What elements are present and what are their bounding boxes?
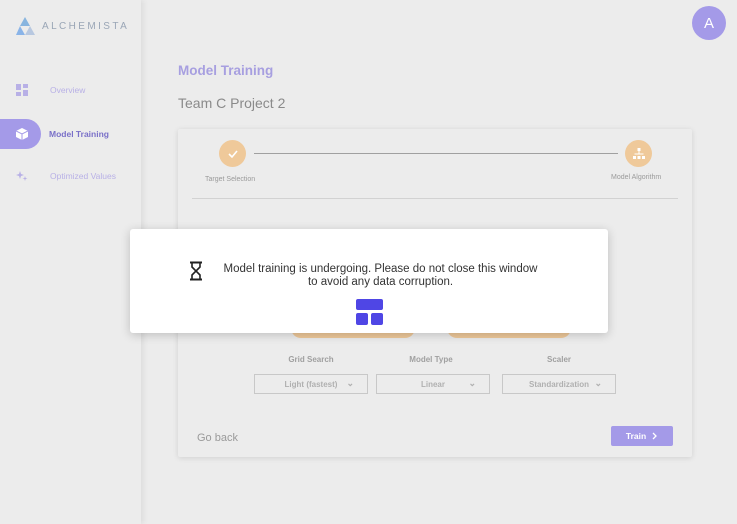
check-icon: [227, 149, 238, 158]
select-value: Standardization: [528, 379, 589, 389]
chevron-down-icon: ⌄: [594, 378, 602, 388]
sidebar-item-label: Overview: [50, 85, 86, 95]
logo-icon: [16, 17, 35, 35]
go-back-button[interactable]: Go back: [197, 432, 238, 444]
step-model-algorithm[interactable]: [625, 140, 652, 167]
dashboard-icon: [16, 84, 28, 96]
grid-search-select[interactable]: Light (fastest) ⌄: [254, 374, 368, 394]
user-avatar[interactable]: A: [692, 6, 726, 40]
model-type-label: Model Type: [409, 355, 453, 364]
app-logo[interactable]: ALCHEMISTA: [16, 16, 129, 36]
sidebar-item-label: Optimized Values: [50, 171, 116, 181]
sparkle-icon: [16, 171, 28, 181]
training-progress-modal: Model training is undergoing. Please do …: [130, 229, 608, 333]
logo-text: ALCHEMISTA: [42, 20, 130, 32]
chevron-down-icon: ⌄: [346, 378, 354, 388]
divider: [192, 198, 678, 199]
sidebar: ALCHEMISTA Overview Model Training Optim…: [0, 0, 141, 524]
model-type-select[interactable]: Linear ⌄: [376, 374, 490, 394]
scaler-label: Scaler: [546, 355, 572, 364]
page-title: Model Training: [178, 63, 274, 78]
step-target-selection[interactable]: [219, 140, 246, 167]
sidebar-item-model-training[interactable]: Model Training: [0, 119, 109, 149]
chevron-down-icon: ⌄: [468, 378, 476, 388]
chevron-right-icon: [652, 432, 658, 440]
train-label: Train: [625, 431, 647, 441]
grid-search-label: Grid Search: [288, 355, 334, 364]
hourglass-icon: [190, 261, 202, 281]
modal-message: Model training is undergoing. Please do …: [223, 263, 538, 288]
select-value: Linear: [420, 379, 445, 389]
cube-icon: [16, 128, 28, 140]
train-button[interactable]: Train: [611, 426, 673, 446]
step-label: Model Algorithm: [611, 174, 662, 181]
loading-icon: [356, 299, 383, 325]
sidebar-item-label: Model Training: [49, 129, 109, 139]
select-value: Light (fastest): [284, 379, 338, 389]
project-title: Team C Project 2: [178, 95, 286, 111]
hierarchy-icon: [632, 147, 645, 159]
scaler-select[interactable]: Standardization ⌄: [502, 374, 616, 394]
stepper-line: [254, 153, 618, 154]
step-label: Target Selection: [205, 176, 256, 183]
